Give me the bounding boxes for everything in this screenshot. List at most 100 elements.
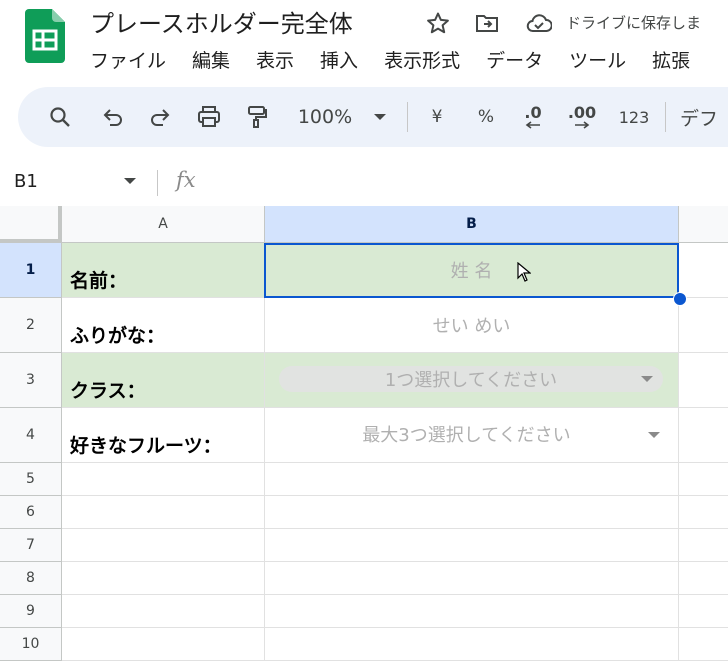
toolbar-divider	[665, 102, 666, 132]
cell-b6[interactable]	[265, 496, 679, 529]
arrow-left-icon	[525, 121, 540, 129]
menu-edit[interactable]: 編集	[192, 46, 230, 73]
menu-bar: ファイル 編集 表示 挿入 表示形式 データ ツール 拡張	[90, 46, 716, 73]
menu-format[interactable]: 表示形式	[384, 46, 460, 73]
cell-a9[interactable]	[62, 595, 265, 628]
cloud-saved-icon[interactable]	[526, 10, 552, 36]
formula-bar-divider	[157, 170, 158, 196]
menu-tools[interactable]: ツール	[569, 46, 626, 73]
arrow-right-icon	[575, 121, 590, 129]
row-header-5[interactable]: 5	[0, 463, 62, 496]
cell-b4[interactable]: 最大3つ選択してください	[265, 408, 679, 463]
cell-a8[interactable]	[62, 562, 265, 595]
cell-a4[interactable]: 好きなフルーツ：	[62, 408, 265, 463]
redo-button[interactable]	[145, 87, 175, 147]
print-icon	[198, 106, 220, 127]
cell-c8[interactable]	[679, 562, 728, 595]
cell-b2[interactable]: せい めい	[265, 298, 679, 353]
menu-extensions[interactable]: 拡張	[652, 46, 690, 73]
sheets-logo-icon[interactable]	[25, 9, 65, 63]
cell-c10[interactable]	[679, 628, 728, 661]
mouse-cursor-icon	[517, 261, 532, 286]
cell-c1[interactable]	[679, 243, 728, 298]
cell-a3[interactable]: クラス：	[62, 353, 265, 408]
cell-a10[interactable]	[62, 628, 265, 661]
decrease-decimal-button[interactable]: .0	[516, 87, 550, 147]
row-header-6[interactable]: 6	[0, 496, 62, 529]
menu-view[interactable]: 表示	[256, 46, 294, 73]
row-header-4[interactable]: 4	[0, 408, 62, 463]
paint-format-icon	[248, 106, 267, 128]
star-icon[interactable]	[425, 10, 451, 36]
chevron-down-icon[interactable]	[648, 432, 660, 438]
menu-file[interactable]: ファイル	[90, 46, 166, 73]
currency-format-button[interactable]: ¥	[423, 87, 451, 147]
cell-a6[interactable]	[62, 496, 265, 529]
placeholder-class: 1つ選択してください	[384, 370, 558, 391]
select-all-corner[interactable]	[0, 206, 62, 243]
function-icon: fx	[176, 168, 196, 192]
percent-format-button[interactable]: %	[472, 87, 500, 147]
cell-c3[interactable]	[679, 353, 728, 408]
search-menus-button[interactable]	[44, 87, 76, 147]
menu-data[interactable]: データ	[486, 46, 543, 73]
cell-b5[interactable]	[265, 463, 679, 496]
cell-b3[interactable]: 1つ選択してください	[265, 353, 679, 408]
print-button[interactable]	[194, 87, 224, 147]
increase-decimal-button[interactable]: .00	[563, 87, 601, 147]
row-header-2[interactable]: 2	[0, 298, 62, 353]
row-header-3[interactable]: 3	[0, 353, 62, 408]
cell-a2[interactable]: ふりがな：	[62, 298, 265, 353]
undo-button[interactable]	[98, 87, 128, 147]
label-furigana: ふりがな：	[70, 325, 166, 347]
cell-b8[interactable]	[265, 562, 679, 595]
redo-icon	[151, 109, 170, 126]
name-box[interactable]: B1	[14, 171, 38, 192]
row-header-9[interactable]: 9	[0, 595, 62, 628]
cell-c2[interactable]	[679, 298, 728, 353]
class-dropdown-chip[interactable]: 1つ選択してください	[279, 366, 663, 392]
label-fruit: 好きなフルーツ：	[70, 435, 222, 457]
column-header-c[interactable]	[679, 206, 728, 243]
menu-insert[interactable]: 挿入	[320, 46, 358, 73]
toolbar-divider	[407, 102, 408, 132]
increase-decimal-label: .00	[567, 103, 597, 122]
save-status: ドライブに保存しま	[566, 14, 702, 32]
column-header-b[interactable]: B	[265, 206, 679, 243]
cell-a5[interactable]	[62, 463, 265, 496]
label-class: クラス：	[70, 380, 146, 402]
zoom-dropdown-icon[interactable]	[368, 87, 392, 147]
row-header-10[interactable]: 10	[0, 628, 62, 661]
document-title[interactable]: プレースホルダー完全体	[90, 4, 353, 39]
placeholder-furigana: せい めい	[432, 316, 511, 337]
cell-b7[interactable]	[265, 529, 679, 562]
cell-c5[interactable]	[679, 463, 728, 496]
fill-handle[interactable]	[673, 292, 687, 306]
cell-c4[interactable]	[679, 408, 728, 463]
move-to-folder-icon[interactable]	[474, 10, 500, 36]
cell-c9[interactable]	[679, 595, 728, 628]
name-box-dropdown-icon[interactable]	[124, 178, 136, 184]
row-header-8[interactable]: 8	[0, 562, 62, 595]
more-formats-button[interactable]: 123	[616, 87, 652, 147]
chevron-down-icon	[641, 376, 653, 382]
decrease-decimal-label: .0	[524, 103, 542, 122]
undo-icon	[103, 109, 122, 126]
cell-b9[interactable]	[265, 595, 679, 628]
cell-a1[interactable]: 名前：	[62, 243, 265, 298]
cell-c7[interactable]	[679, 529, 728, 562]
row-header-7[interactable]: 7	[0, 529, 62, 562]
zoom-select[interactable]: 100%	[290, 87, 360, 147]
cell-b10[interactable]	[265, 628, 679, 661]
row-header-1[interactable]: 1	[0, 243, 62, 298]
search-icon	[50, 107, 70, 127]
cell-c6[interactable]	[679, 496, 728, 529]
cell-a7[interactable]	[62, 529, 265, 562]
column-header-a[interactable]: A	[62, 206, 265, 243]
selected-cell-border	[264, 243, 679, 298]
font-family-select[interactable]: デフ	[680, 87, 728, 147]
paint-format-button[interactable]	[242, 87, 272, 147]
toolbar: 100% ¥ % .0 .00 123 デフ	[18, 87, 728, 147]
label-name: 名前：	[70, 270, 128, 292]
placeholder-fruit: 最大3つ選択してください	[362, 424, 571, 446]
